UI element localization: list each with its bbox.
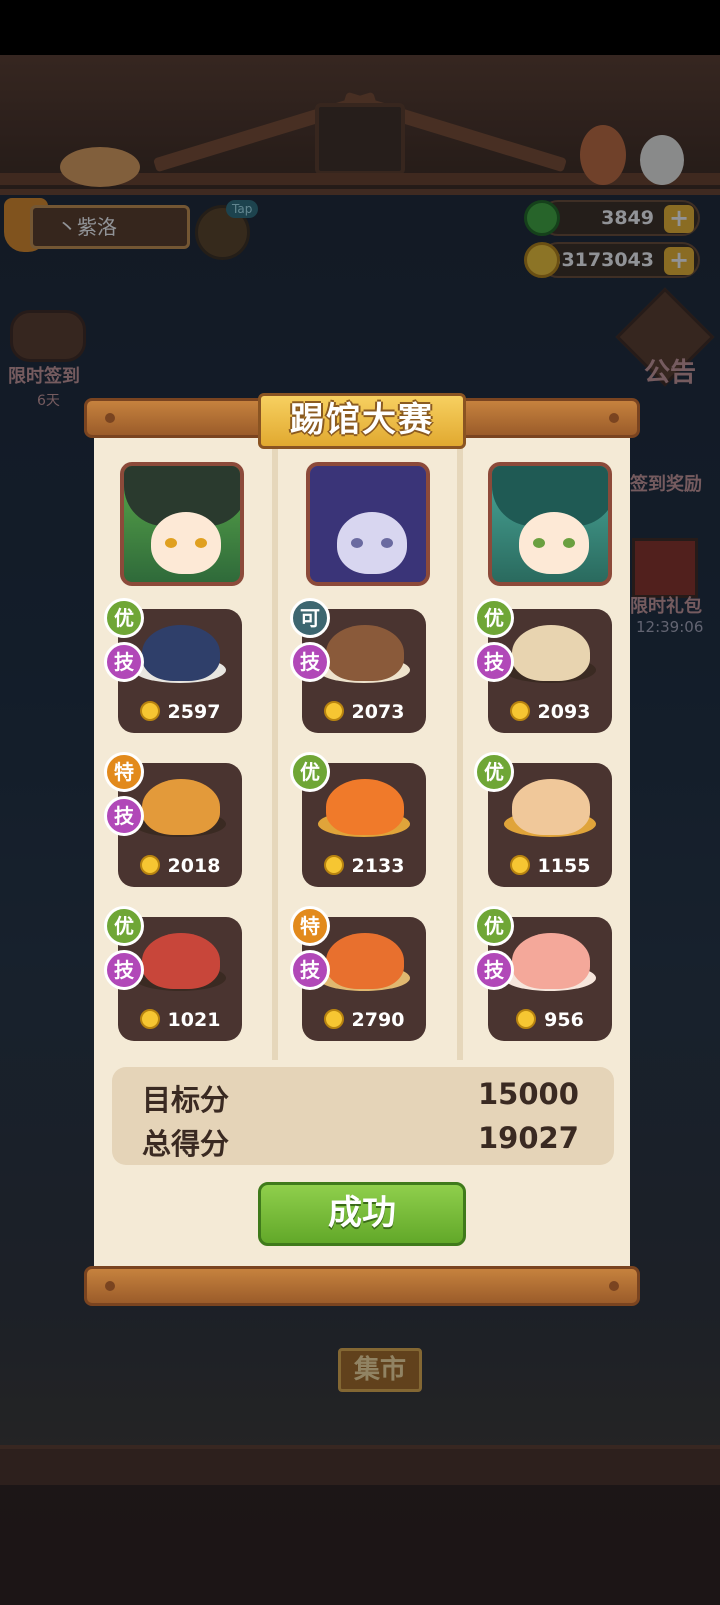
target-score-label: 目标分 [142,1083,230,1117]
grade-badge: 特 [104,752,144,792]
scroll-bottom-rod [84,1266,640,1306]
column-divider [272,440,278,1060]
dish-price: 2133 [302,851,426,881]
grade-badge: 特 [290,906,330,946]
coin-icon [509,855,530,875]
fish-dish-icon [326,779,404,835]
chef-portrait-2[interactable] [306,462,430,586]
eye [351,538,363,548]
face [337,512,407,574]
price-value: 956 [544,1009,584,1031]
rod-knob [609,413,619,423]
shrimp-ball-dish-icon [512,933,590,989]
coin-icon [323,1009,344,1029]
coin-icon [323,701,344,721]
dish-price: 1155 [488,851,612,881]
face [519,512,589,574]
dish-price: 1021 [118,1005,242,1035]
target-score-value: 15000 [478,1077,579,1111]
eye [165,538,177,548]
price-value: 2790 [351,1009,405,1031]
price-value: 2133 [351,855,405,877]
eye [533,538,545,548]
coin-icon [323,855,344,875]
modal-title: 踢馆大赛 [258,393,466,449]
face [151,512,221,574]
skill-badge: 技 [474,950,514,990]
total-score-row: 总得分 19027 [142,1121,582,1161]
coin-icon [509,701,530,721]
price-value: 2073 [351,701,405,723]
price-value: 2597 [167,701,221,723]
success-button[interactable]: 成功 [258,1182,466,1246]
shrimp-dish-icon [512,779,590,835]
skill-badge: 技 [290,950,330,990]
grade-badge: 优 [104,906,144,946]
dish-price: 956 [488,1005,612,1035]
total-score-value: 19027 [478,1121,579,1155]
eye [381,538,393,548]
dish-price: 2073 [302,697,426,727]
score-summary: 目标分 15000 总得分 19027 [112,1067,614,1165]
grade-badge: 优 [104,598,144,638]
skill-badge: 技 [104,642,144,682]
rod-knob [609,1281,619,1291]
skill-badge: 技 [474,642,514,682]
cake-dish-icon [142,625,220,681]
chef-portrait-3[interactable] [488,462,612,586]
dish-price: 2597 [118,697,242,727]
coin-icon [139,701,160,721]
dish-price: 2018 [118,851,242,881]
grade-badge: 优 [474,906,514,946]
grade-badge: 优 [474,598,514,638]
grade-badge: 优 [474,752,514,792]
column-divider [457,440,463,1060]
price-value: 2018 [167,855,221,877]
dish-price: 2093 [488,697,612,727]
coin-icon [139,1009,160,1029]
coin-icon [139,855,160,875]
grade-badge: 可 [290,598,330,638]
eye [563,538,575,548]
hotpot-dish-icon [142,933,220,989]
skill-badge: 技 [290,642,330,682]
stew-dish-icon [142,779,220,835]
status-bar [0,0,720,55]
chef-portrait-1[interactable] [120,462,244,586]
eye [195,538,207,548]
layered-dish-icon [326,625,404,681]
price-value: 1155 [537,855,591,877]
skill-badge: 技 [104,796,144,836]
price-value: 1021 [167,1009,221,1031]
skill-badge: 技 [104,950,144,990]
rod-knob [105,413,115,423]
rod-knob [105,1281,115,1291]
target-score-row: 目标分 15000 [142,1077,582,1117]
total-score-label: 总得分 [142,1127,230,1161]
price-value: 2093 [537,701,591,723]
seafood-dish-icon [326,933,404,989]
dumpling-dish-icon [512,625,590,681]
coin-icon [516,1009,537,1029]
grade-badge: 优 [290,752,330,792]
dish-price: 2790 [302,1005,426,1035]
